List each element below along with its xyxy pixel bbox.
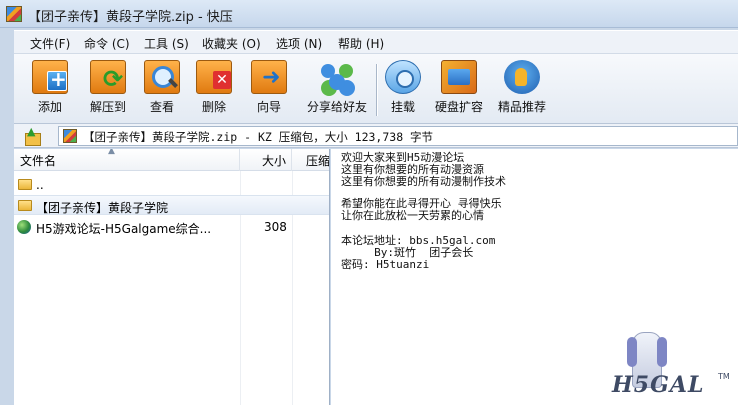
comment-line: 这里有你想要的所有动漫制作技术 [341,175,506,188]
sort-up-icon: ▲ [108,149,115,156]
toolbar-separator [376,64,377,116]
magnifier-icon [144,60,180,94]
file-size: 308 [264,220,287,234]
globe-icon [17,220,31,234]
add-archive-icon [32,60,68,94]
folder-up-icon [18,179,32,190]
hard-disk-icon [441,60,477,94]
extract-button[interactable]: 解压到 [80,60,136,120]
list-item[interactable]: .. [14,175,329,195]
h5gal-logo: H5GAL TM [612,332,730,400]
address-field[interactable]: 【团子亲传】黄段子学院.zip - KZ 压缩包，大小 123,738 字节 [58,126,738,146]
menu-file[interactable]: 文件(F) [30,35,70,52]
column-compressed[interactable]: 压缩 [292,149,330,171]
file-name: H5游戏论坛-H5Galgame综合... [36,222,212,236]
list-item[interactable]: H5游戏论坛-H5Galgame综合... 308 [14,217,329,237]
folder-icon [18,200,32,211]
arrow-right-icon [251,60,287,94]
address-text: 【团子亲传】黄段子学院.zip - KZ 压缩包，大小 123,738 字节 [83,130,434,144]
view-button[interactable]: 查看 [138,60,186,120]
list-item[interactable]: 【团子亲传】黄段子学院 [14,195,329,215]
file-name: .. [36,178,44,192]
menu-favorites[interactable]: 收藏夹 (O) [202,35,261,52]
users-icon [319,60,355,94]
wizard-button[interactable]: 向导 [246,60,292,120]
file-name: 【团子亲传】黄段子学院 [36,201,169,215]
share-button[interactable]: 分享给好友 [298,60,376,120]
archive-app-icon [6,6,22,22]
column-header: 文件名 ▲ 大小 压缩 [14,149,330,171]
delete-icon [196,60,232,94]
mount-label: 挂载 [390,100,415,114]
menu-tools[interactable]: 工具 (S) [144,35,189,52]
extract-icon [90,60,126,94]
column-size[interactable]: 大小 [240,149,292,171]
delete-label: 删除 [201,100,226,114]
view-label: 查看 [149,100,174,114]
column-size-label: 大小 [262,154,287,168]
disk-expand-label: 硬盘扩容 [434,100,483,114]
recommend-button[interactable]: 精品推荐 [494,60,550,120]
extract-label: 解压到 [89,100,126,114]
recommend-icon [504,60,540,94]
disk-expand-button[interactable]: 硬盘扩容 [432,60,486,120]
share-label: 分享给好友 [306,100,367,114]
column-filename[interactable]: 文件名 ▲ [14,149,240,171]
column-filename-label: 文件名 [20,154,57,168]
folder-up-icon[interactable] [22,125,42,146]
comment-line: 让你在此放松一天劳累的心情 [341,209,484,222]
add-button[interactable]: 添加 [26,60,74,120]
address-bar: 【团子亲传】黄段子学院.zip - KZ 压缩包，大小 123,738 字节 [14,124,738,148]
delete-button[interactable]: 删除 [192,60,236,120]
trademark-text: TM [718,372,730,381]
menu-help[interactable]: 帮助 (H) [338,35,384,52]
toolbar: 添加 解压到 查看 删除 向导 分享给好友 挂载 硬盘扩容 精品推荐 [14,54,738,124]
column-compressed-label: 压缩 [306,154,330,168]
file-list: 文件名 ▲ 大小 压缩 .. 【团子亲传】黄段子学院 H5游戏论坛-H5Galg… [14,149,330,405]
title-bar: 【团子亲传】黄段子学院.zip - 快压 [0,0,738,28]
logo-text: H5GAL [612,372,705,398]
comment-line: 密码: H5tuanzi [341,258,430,271]
menu-options[interactable]: 选项 (N) [276,35,322,52]
menu-bar: 文件(F) 命令 (C) 工具 (S) 收藏夹 (O) 选项 (N) 帮助 (H… [14,30,738,54]
add-label: 添加 [37,100,62,114]
recommend-label: 精品推荐 [497,100,546,114]
window-title: 【团子亲传】黄段子学院.zip - 快压 [28,10,233,25]
mount-button[interactable]: 挂载 [384,60,422,120]
mount-disc-icon [385,60,421,94]
menu-command[interactable]: 命令 (C) [84,35,130,52]
archive-file-icon [63,129,77,143]
wizard-label: 向导 [256,100,281,114]
